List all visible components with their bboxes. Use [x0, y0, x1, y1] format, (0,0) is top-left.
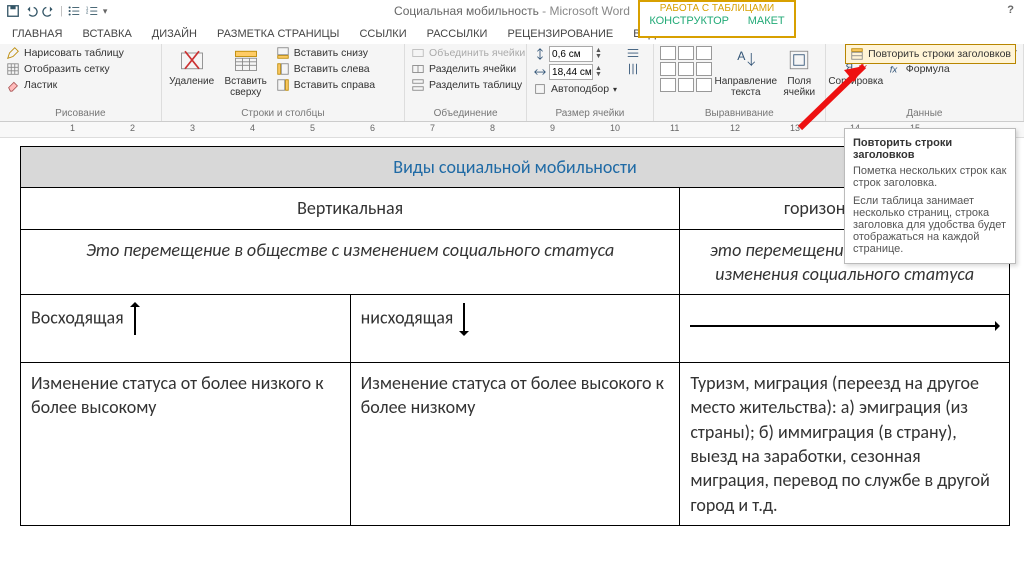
grid-icon	[6, 62, 20, 76]
col-width-input[interactable]: ▲▼	[533, 64, 617, 80]
group-label: Рисование	[6, 107, 155, 121]
split-table-icon	[411, 78, 425, 92]
height-icon	[533, 47, 547, 61]
svg-text:fx: fx	[890, 65, 899, 76]
autofit-icon	[533, 82, 547, 96]
delete-button[interactable]: Удаление	[168, 46, 216, 87]
insert-right-icon	[276, 78, 290, 92]
insert-left-button[interactable]: Вставить слева	[276, 62, 375, 76]
insert-left-icon	[276, 62, 290, 76]
formula-button[interactable]: fxФормула	[888, 62, 1017, 76]
insert-above-button[interactable]: Вставить сверху	[222, 46, 270, 98]
arrow-down-icon	[463, 303, 465, 335]
split-cells-button[interactable]: Разделить ячейки	[411, 62, 525, 76]
ribbon-tabs: ГЛАВНАЯ ВСТАВКА ДИЗАЙН РАЗМЕТКА СТРАНИЦЫ…	[0, 24, 1024, 44]
repeat-rows-icon	[850, 47, 864, 61]
numbering-icon[interactable]: 12	[85, 4, 99, 18]
tab-references[interactable]: ССЫЛКИ	[355, 26, 410, 42]
quick-access-toolbar: | 12 ▾	[0, 4, 107, 18]
group-label: Данные	[832, 107, 1017, 121]
insert-below-icon	[276, 46, 290, 60]
distribute-rows-icon[interactable]	[625, 46, 641, 60]
alignment-grid[interactable]	[660, 46, 712, 92]
cell-margins-button[interactable]: Поля ячейки	[780, 46, 819, 98]
desc-vertical[interactable]: Это перемещение в обществе с изменением …	[21, 229, 680, 295]
cell-asc-desc[interactable]: Изменение статуса от более низкого к бол…	[21, 363, 351, 526]
group-label: Размер ячейки	[533, 107, 647, 121]
qat-dropdown-icon[interactable]: ▾	[103, 6, 108, 17]
tooltip-repeat-headers: Повторить строки заголовков Пометка неск…	[844, 128, 1016, 264]
redo-icon[interactable]	[42, 4, 56, 18]
group-cell-size: ▲▼ ▲▼ Автоподбор▾ Размер ячейки	[527, 44, 654, 121]
cell-horizontal-arrow[interactable]	[680, 295, 1010, 363]
arrow-up-icon	[134, 303, 136, 335]
group-label: Объединение	[411, 107, 520, 121]
formula-icon: fx	[888, 62, 902, 76]
tooltip-p2: Если таблица занимает несколько страниц,…	[853, 195, 1007, 255]
group-label: Строки и столбцы	[168, 107, 398, 121]
split-cells-icon	[411, 62, 425, 76]
tab-review[interactable]: РЕЦЕНЗИРОВАНИЕ	[503, 26, 617, 42]
eraser-icon	[6, 78, 20, 92]
group-rows-cols: Удаление Вставить сверху Вставить снизу …	[162, 44, 405, 121]
autofit-button[interactable]: Автоподбор▾	[533, 82, 617, 96]
eraser-button[interactable]: Ластик	[6, 78, 124, 92]
col-vertical[interactable]: Вертикальная	[21, 188, 680, 229]
undo-icon[interactable]	[24, 4, 38, 18]
margins-icon	[785, 46, 813, 74]
document-title: Социальная мобильность - Microsoft Word	[394, 4, 630, 18]
tooltip-p1: Пометка нескольких строк как строк загол…	[853, 165, 1007, 189]
text-direction-button[interactable]: A Направление текста	[718, 46, 774, 98]
group-label: Выравнивание	[660, 107, 819, 121]
text-direction-icon: A	[732, 46, 760, 74]
delete-icon	[178, 46, 206, 74]
cell-dsc-desc[interactable]: Изменение статуса от более высокого к бо…	[350, 363, 680, 526]
tab-insert[interactable]: ВСТАВКА	[78, 26, 135, 42]
merge-icon	[411, 46, 425, 60]
tab-table-design[interactable]: КОНСТРУКТОР	[649, 15, 729, 27]
distribute-cols-icon[interactable]	[625, 62, 641, 76]
cell-horiz-desc[interactable]: Туризм, миграция (переезд на другое мест…	[680, 363, 1010, 526]
help-button[interactable]: ?	[1007, 4, 1014, 16]
insert-above-icon	[232, 46, 260, 74]
svg-text:A: A	[737, 49, 746, 63]
pencil-icon	[6, 46, 20, 60]
tab-table-layout[interactable]: МАКЕТ	[748, 15, 785, 27]
group-alignment: A Направление текста Поля ячейки Выравни…	[654, 44, 826, 121]
context-title: РАБОТА С ТАБЛИЦАМИ	[640, 2, 794, 14]
repeat-header-rows-button[interactable]: Повторить строки заголовков	[845, 44, 1016, 64]
svg-text:2: 2	[86, 10, 89, 15]
tooltip-title: Повторить строки заголовков	[853, 137, 1007, 161]
insert-below-button[interactable]: Вставить снизу	[276, 46, 375, 60]
show-grid-button[interactable]: Отобразить сетку	[6, 62, 124, 76]
tab-mailings[interactable]: РАССЫЛКИ	[423, 26, 492, 42]
tab-page-layout[interactable]: РАЗМЕТКА СТРАНИЦЫ	[213, 26, 343, 42]
table-tools-context: РАБОТА С ТАБЛИЦАМИ КОНСТРУКТОР МАКЕТ	[638, 0, 796, 38]
group-draw: Нарисовать таблицу Отобразить сетку Ласт…	[0, 44, 162, 121]
save-icon[interactable]	[6, 4, 20, 18]
group-merge: Объединить ячейки Разделить ячейки Разде…	[405, 44, 527, 121]
qat-sep: |	[60, 5, 63, 17]
width-icon	[533, 65, 547, 79]
cell-descending[interactable]: нисходящая	[350, 295, 680, 363]
row-height-input[interactable]: ▲▼	[533, 46, 617, 62]
title-bar: | 12 ▾ Социальная мобильность - Microsof…	[0, 0, 1024, 22]
merge-cells-button: Объединить ячейки	[411, 46, 525, 60]
insert-right-button[interactable]: Вставить справа	[276, 78, 375, 92]
split-table-button[interactable]: Разделить таблицу	[411, 78, 525, 92]
cell-ascending[interactable]: Восходящая	[21, 295, 351, 363]
arrow-right-icon	[690, 325, 999, 327]
tab-design[interactable]: ДИЗАЙН	[148, 26, 201, 42]
tab-home[interactable]: ГЛАВНАЯ	[8, 26, 66, 42]
bullets-icon[interactable]	[67, 4, 81, 18]
draw-table-button[interactable]: Нарисовать таблицу	[6, 46, 124, 60]
